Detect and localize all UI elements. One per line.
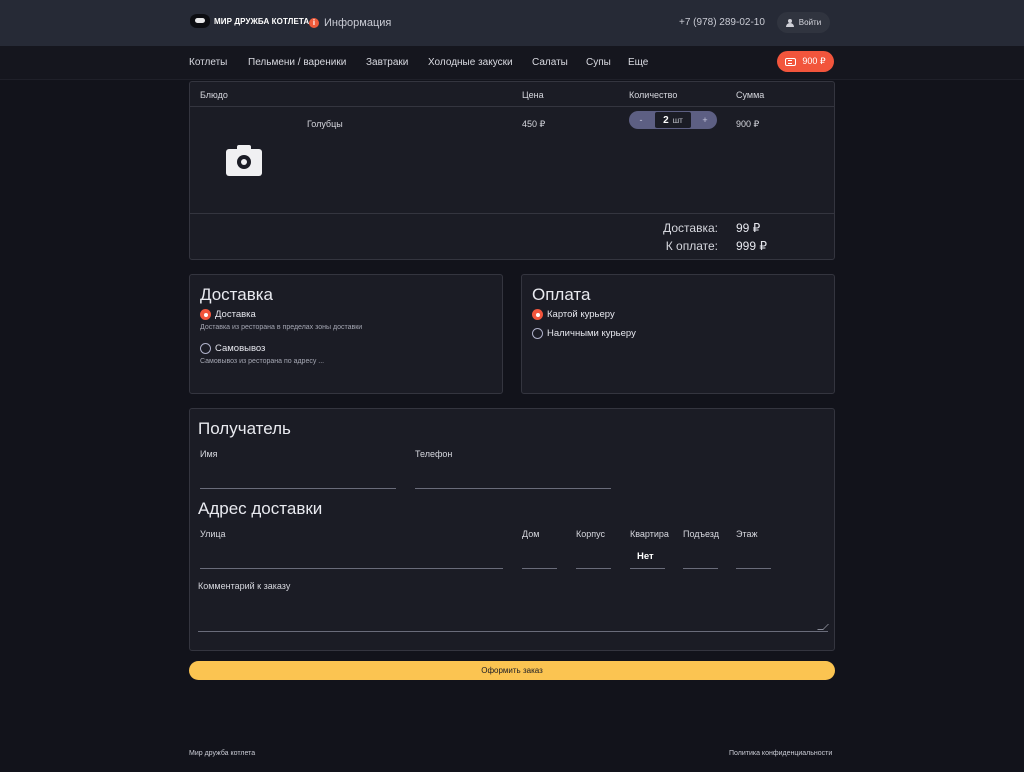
phone-field[interactable] — [415, 488, 611, 489]
column-header-dish: Блюдо — [200, 90, 228, 100]
payment-cash-label: Наличными курьеру — [547, 328, 636, 339]
delivery-option-courier[interactable]: Доставка — [200, 309, 256, 320]
privacy-policy-link[interactable]: Политика конфиденциальности — [729, 750, 832, 757]
radio-unselected-icon — [532, 328, 543, 339]
cart-total: 900 ₽ — [802, 56, 826, 66]
login-label: Войти — [798, 18, 822, 27]
cart-button[interactable]: 900 ₽ — [777, 51, 834, 72]
apartment-field[interactable] — [630, 568, 665, 569]
quantity-unit: шт — [672, 115, 683, 125]
submit-order-button[interactable]: Оформить заказ — [189, 661, 835, 680]
building-field[interactable] — [576, 568, 611, 569]
floor-label: Этаж — [736, 529, 758, 539]
category-nav: Котлеты Пельмени / вареники Завтраки Хол… — [0, 46, 1024, 80]
name-label: Имя — [200, 449, 218, 459]
recipient-form: Получатель Имя Телефон Адрес доставки Ул… — [189, 408, 835, 651]
footer-brand: Мир дружба котлета — [189, 750, 256, 757]
quantity-increase-button[interactable]: + — [693, 111, 717, 129]
resize-grip-icon[interactable] — [817, 624, 829, 630]
nav-item-pelmeni[interactable]: Пельмени / вареники — [248, 57, 346, 68]
dish-price: 450 ₽ — [522, 119, 546, 129]
info-icon: i — [309, 18, 319, 28]
nav-item-eshche[interactable]: Еще — [628, 57, 648, 68]
entrance-label: Подъезд — [683, 529, 719, 539]
pickup-option-desc: Самовывоз из ресторана по адресу ... — [200, 358, 325, 365]
house-field[interactable] — [522, 568, 557, 569]
entrance-field[interactable] — [683, 568, 718, 569]
quantity-decrease-button[interactable]: - — [629, 111, 653, 129]
divider — [190, 213, 834, 214]
pickup-option-label: Самовывоз — [215, 343, 266, 354]
payment-option-cash[interactable]: Наличными курьеру — [532, 328, 636, 339]
phone-label: Телефон — [415, 449, 453, 459]
camera-icon — [226, 145, 262, 176]
delivery-cost-value: 99 ₽ — [736, 221, 761, 235]
radio-unselected-icon — [200, 343, 211, 354]
delivery-option-pickup[interactable]: Самовывоз — [200, 343, 265, 354]
quantity-display: 2 шт — [655, 112, 691, 128]
street-label: Улица — [200, 529, 226, 539]
payment-card: Оплата Картой курьеру Наличными курьеру — [521, 274, 835, 394]
info-link[interactable]: i Информация — [309, 17, 391, 29]
phone-number[interactable]: +7 (978) 289-02-10 — [679, 17, 765, 28]
apartment-label: Квартира — [630, 529, 669, 539]
top-header: МИР ДРУЖБА КОТЛЕТА i Информация +7 (978)… — [0, 0, 1024, 46]
column-header-quantity: Количество — [629, 90, 678, 100]
nav-item-kotlety[interactable]: Котлеты — [189, 57, 227, 68]
payment-option-card[interactable]: Картой курьеру — [532, 309, 615, 320]
user-icon — [785, 18, 794, 27]
payment-title: Оплата — [532, 285, 591, 304]
delivery-card: Доставка Доставка Доставка из ресторана … — [189, 274, 503, 394]
apartment-value: Нет — [637, 551, 654, 562]
logo[interactable]: МИР ДРУЖБА КОТЛЕТА — [190, 14, 309, 28]
nav-item-supy[interactable]: Супы — [586, 57, 611, 68]
delivery-option-label: Доставка — [215, 309, 256, 320]
street-field[interactable] — [200, 568, 503, 569]
radio-selected-icon — [200, 309, 211, 320]
radio-selected-icon — [532, 309, 543, 320]
nav-item-holodnye-zakuski[interactable]: Холодные закуски — [428, 57, 513, 68]
nav-item-zavtraki[interactable]: Завтраки — [366, 57, 408, 68]
cart-icon — [785, 57, 797, 66]
payable-label: К оплате: — [665, 239, 718, 253]
address-title: Адрес доставки — [198, 499, 323, 518]
column-header-total: Сумма — [736, 90, 765, 100]
payment-card-label: Картой курьеру — [547, 309, 615, 320]
name-field[interactable] — [200, 488, 396, 489]
column-header-price: Цена — [522, 90, 544, 100]
quantity-value: 2 — [663, 114, 669, 126]
building-label: Корпус — [576, 529, 606, 539]
delivery-cost-label: Доставка: — [663, 221, 718, 235]
cart-table: Блюдо Цена Количество Сумма Голубцы 450 … — [189, 81, 835, 260]
delivery-title: Доставка — [200, 285, 274, 304]
dish-total: 900 ₽ — [736, 119, 760, 129]
divider — [190, 106, 834, 107]
login-button[interactable]: Войти — [777, 12, 830, 33]
logo-text: МИР ДРУЖБА КОТЛЕТА — [214, 16, 310, 26]
dish-name[interactable]: Голубцы — [307, 119, 343, 129]
payable-value: 999 ₽ — [736, 239, 767, 253]
logo-pan-icon — [190, 14, 210, 28]
quantity-stepper: - 2 шт + — [629, 111, 717, 129]
house-label: Дом — [522, 529, 540, 539]
floor-field[interactable] — [736, 568, 771, 569]
comment-label: Комментарий к заказу — [198, 581, 291, 591]
nav-item-salaty[interactable]: Салаты — [532, 57, 568, 68]
recipient-title: Получатель — [198, 419, 291, 438]
delivery-option-desc: Доставка из ресторана в пределах зоны до… — [200, 324, 363, 331]
info-label: Информация — [324, 17, 392, 29]
comment-field[interactable] — [198, 631, 828, 632]
